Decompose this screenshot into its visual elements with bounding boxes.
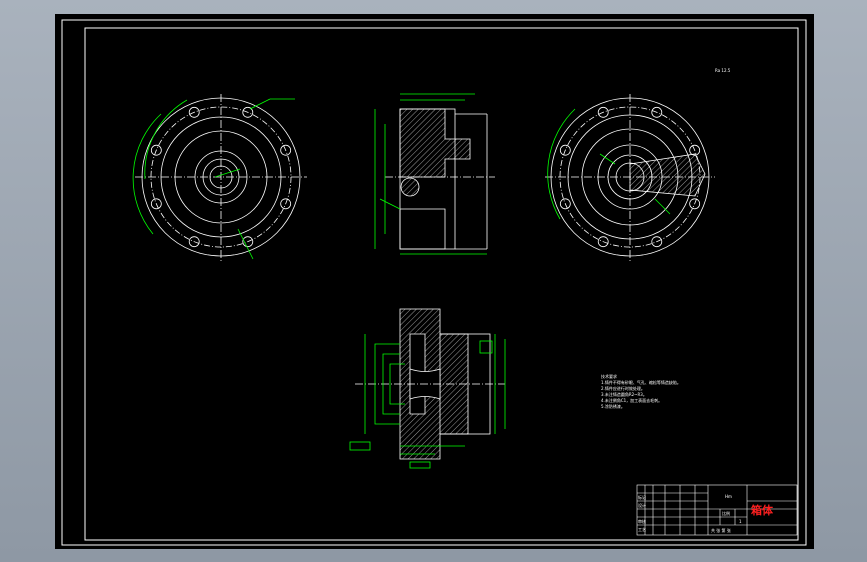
tb-sheet-label: 共 张 第 张 xyxy=(711,527,731,533)
main-section-view[interactable] xyxy=(349,308,506,469)
cad-viewport[interactable]: Ra 12.5 技术要求 1.铸件不得有砂眼、气孔、缩松等铸造缺陷。 2.铸件应… xyxy=(55,14,814,549)
part-name: 箱体 xyxy=(751,503,774,517)
note-line-4: 4.未注倒角C1，加工表面去毛刺。 xyxy=(601,397,662,403)
drawing-sheet: Ra 12.5 技术要求 1.铸件不得有砂眼、气孔、缩松等铸造缺陷。 2.铸件应… xyxy=(61,19,807,546)
tb-quantity: 1 xyxy=(739,519,742,524)
tb-row-process: 工艺 xyxy=(638,527,646,532)
material-label: Hm xyxy=(725,494,732,499)
right-view[interactable] xyxy=(545,94,715,262)
technical-notes: 技术要求 1.铸件不得有砂眼、气孔、缩松等铸造缺陷。 2.铸件应进行时效处理。 … xyxy=(601,373,681,409)
notes-heading: 技术要求 xyxy=(601,373,617,379)
roughness-label: Ra 12.5 xyxy=(715,68,731,73)
note-line-1: 1.铸件不得有砂眼、气孔、缩松等铸造缺陷。 xyxy=(601,379,681,385)
tb-row-mark: 标记 xyxy=(638,494,646,500)
note-line-2: 2.铸件应进行时效处理。 xyxy=(601,385,645,391)
tb-row-review: 审核 xyxy=(638,518,646,524)
note-line-5: 5.涂防锈漆。 xyxy=(601,403,625,409)
side-section-view[interactable] xyxy=(374,93,495,255)
inner-border xyxy=(84,27,799,541)
tb-scale-label: 比例 xyxy=(722,510,730,516)
tb-row-design: 设计 xyxy=(638,502,646,508)
note-line-3: 3.未注铸造圆角R2~R3。 xyxy=(601,391,647,397)
front-view[interactable] xyxy=(132,94,307,262)
outer-border xyxy=(61,19,807,546)
